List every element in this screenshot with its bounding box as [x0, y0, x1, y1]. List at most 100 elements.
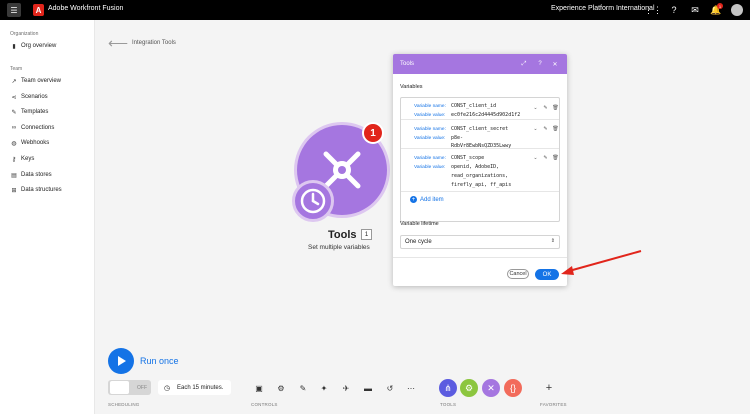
close-icon[interactable]: ✕	[551, 60, 559, 68]
sidebar-item-label: Data structures	[21, 187, 62, 193]
breadcrumb: Integration Tools	[132, 40, 176, 46]
add-favorite-icon[interactable]: +	[542, 381, 556, 395]
sidebar-item-data-stores[interactable]: ▤ Data stores	[10, 170, 52, 180]
sidebar-item-label: Webhooks	[21, 140, 50, 146]
share-icon: ⋖	[11, 94, 17, 101]
edit-icon[interactable]: ✎	[542, 125, 549, 132]
top-bar: ☰ A Adobe Workfront Fusion Experience Pl…	[0, 0, 750, 20]
variable-name-key: Variable name:	[414, 104, 446, 109]
help-icon[interactable]: ?	[668, 4, 680, 16]
puzzle-icon: ✎	[11, 109, 17, 116]
edit-icon[interactable]: ✎	[542, 104, 549, 111]
variable-name-key: Variable name:	[414, 156, 446, 161]
annotation-arrow	[561, 250, 642, 275]
trigger-clock[interactable]	[292, 180, 334, 222]
chevron-down-icon[interactable]: ⌄	[532, 125, 539, 132]
sidebar-item-team-overview[interactable]: ↗ Team overview	[10, 76, 61, 86]
sidebar-item-connections[interactable]: ∞ Connections	[10, 123, 55, 133]
variable-value-key: Variable value:	[414, 136, 446, 141]
chart-icon: ↗	[11, 78, 17, 85]
variables-label: Variables	[400, 84, 423, 90]
sidebar-section-team: Team	[10, 66, 23, 72]
announcement-icon[interactable]: ✉	[689, 4, 701, 16]
variable-value-key: Variable value:	[414, 165, 446, 170]
chevron-down-icon[interactable]: ⌄	[532, 154, 539, 161]
trash-icon[interactable]: 🗑	[552, 104, 559, 111]
edit-icon[interactable]: ✎	[542, 154, 549, 161]
dialog-divider	[393, 257, 567, 258]
play-icon	[118, 356, 126, 366]
back-arrow-icon[interactable]: ⟵	[108, 35, 128, 52]
trash-icon[interactable]: 🗑	[552, 154, 559, 161]
notes-icon[interactable]: ✎	[297, 382, 309, 394]
sidebar-section-organization: Organization	[10, 31, 39, 37]
variable-name-key: Variable name:	[414, 127, 446, 132]
sidebar-item-webhooks[interactable]: ◍ Webhooks	[10, 138, 49, 148]
add-item-button[interactable]: + Add item	[410, 196, 444, 203]
module-title: Tools	[328, 229, 357, 241]
sidebar-item-label: Org overview	[21, 43, 57, 49]
tools-dialog: Tools ⤢ ? ✕ Variables Variable name: CON…	[393, 54, 567, 286]
key-icon: ⚷	[11, 156, 17, 163]
adobe-logo: A	[33, 4, 44, 16]
variable-lifetime-value: One cycle	[405, 239, 432, 245]
chevron-down-icon[interactable]: ⌄	[532, 104, 539, 111]
sidebar-item-keys[interactable]: ⚷ Keys	[10, 154, 35, 164]
list-item: Variable name: CONST_client_secret Varia…	[401, 121, 559, 149]
run-once-button[interactable]	[108, 348, 134, 374]
expand-icon[interactable]: ⤢	[520, 60, 528, 68]
variable-value-key: Variable value:	[414, 113, 446, 118]
app-name: Adobe Workfront Fusion	[48, 5, 124, 12]
list-item: Variable name: CONST_client_id Variable …	[401, 98, 559, 120]
select-caret-icon: ⇕	[550, 238, 555, 244]
magic-wand-icon[interactable]: ✦	[318, 382, 330, 394]
link-icon: ∞	[11, 125, 17, 131]
clock-icon	[300, 188, 326, 214]
menu-icon[interactable]: ☰	[7, 3, 21, 17]
sidebar-item-label: Connections	[21, 125, 55, 131]
apps-grid-icon[interactable]: ⋮⋮	[644, 4, 662, 16]
sidebar-item-label: Keys	[21, 156, 35, 162]
tools-label: TOOLS	[440, 402, 457, 407]
variable-value-line[interactable]: ec0fe216c2d4445d902d1f2	[451, 111, 520, 121]
sidebar-item-templates[interactable]: ✎ Templates	[10, 107, 48, 117]
scheduling-label: SCHEDULING	[108, 402, 140, 407]
module-count: 1	[361, 229, 372, 240]
gear-icon[interactable]: ⚙	[275, 382, 287, 394]
module-badge: 1	[362, 122, 384, 144]
run-once-label[interactable]: Run once	[140, 356, 179, 366]
sidebar-item-label: Data stores	[21, 172, 52, 178]
sidebar: Organization ▮ Org overview Team ↗ Team …	[0, 20, 95, 414]
module-subtitle: Set multiple variables	[308, 244, 370, 251]
sidebar-item-label: Templates	[21, 109, 49, 115]
variable-lifetime-select[interactable]: One cycle ⇕	[400, 235, 560, 249]
dialog-title: Tools	[400, 61, 415, 67]
trash-icon[interactable]: 🗑	[552, 125, 559, 132]
add-item-label: Add item	[420, 196, 444, 203]
building-icon: ▮	[12, 43, 16, 50]
briefcase-icon[interactable]: ▬	[362, 382, 374, 394]
avatar[interactable]	[731, 4, 743, 16]
text-parser-icon[interactable]: {}	[504, 379, 522, 397]
flow-control-icon[interactable]: ⋔	[439, 379, 457, 397]
variable-value-line[interactable]: firefly_api, ff_apis	[451, 181, 511, 191]
org-switcher[interactable]: Experience Platform International	[551, 5, 655, 12]
save-icon[interactable]: ▣	[253, 382, 265, 394]
more-icon[interactable]: ⋯	[405, 382, 417, 394]
cancel-button[interactable]: Cancel	[507, 269, 529, 279]
tools-tool-icon[interactable]: ✕	[482, 379, 500, 397]
history-icon[interactable]: ↺	[384, 382, 396, 394]
gear-tool-icon[interactable]: ⚙	[460, 379, 478, 397]
sidebar-item-org-overview[interactable]: ▮ Org overview	[10, 41, 56, 51]
sidebar-item-data-structures[interactable]: ⊞ Data structures	[10, 185, 62, 195]
variable-lifetime-label: Variable lifetime	[400, 221, 439, 227]
favorites-label: FAVORITES	[540, 402, 567, 407]
variables-list: Variable name: CONST_client_id Variable …	[400, 97, 560, 222]
toggle-state: OFF	[137, 385, 147, 391]
help-icon[interactable]: ?	[536, 60, 544, 68]
airplane-icon[interactable]: ✈	[340, 382, 352, 394]
structure-icon: ⊞	[11, 187, 17, 194]
plus-icon: +	[410, 196, 417, 203]
sidebar-item-scenarios[interactable]: ⋖ Scenarios	[10, 92, 47, 102]
schedule-setting[interactable]: ◷ Each 15 minutes.	[158, 380, 231, 395]
